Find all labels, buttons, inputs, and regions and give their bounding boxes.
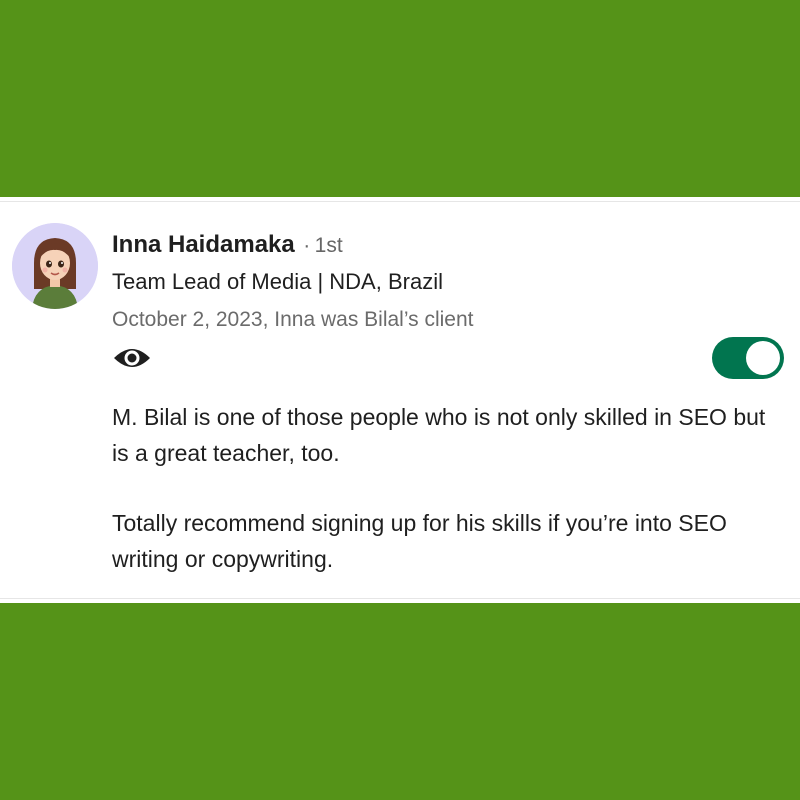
background-band-top	[0, 0, 800, 197]
eye-icon[interactable]	[112, 345, 152, 371]
visibility-toggle[interactable]	[712, 337, 784, 379]
divider	[0, 201, 800, 202]
recommendation-text: M. Bilal is one of those people who is n…	[112, 399, 784, 577]
avatar[interactable]	[12, 223, 98, 309]
divider	[0, 598, 800, 599]
connection-degree: 1st	[314, 234, 343, 257]
name-row: Inna Haidamaka · 1st	[112, 231, 343, 259]
author-name[interactable]: Inna Haidamaka	[112, 231, 295, 258]
recommendation-paragraph: M. Bilal is one of those people who is n…	[112, 404, 766, 466]
recommendation-paragraph: Totally recommend signing up for his ski…	[112, 510, 727, 572]
author-headline: Team Lead of Media | NDA, Brazil	[112, 269, 443, 294]
recommendation-card: Inna Haidamaka · 1st Team Lead of Media …	[0, 197, 800, 603]
recommendation-date-relationship: October 2, 2023, Inna was Bilal’s client	[112, 308, 474, 331]
degree-separator: ·	[303, 234, 311, 257]
toggle-knob	[746, 341, 780, 375]
cartoon-woman-avatar-icon	[12, 223, 98, 309]
background-band-bottom	[0, 603, 800, 800]
